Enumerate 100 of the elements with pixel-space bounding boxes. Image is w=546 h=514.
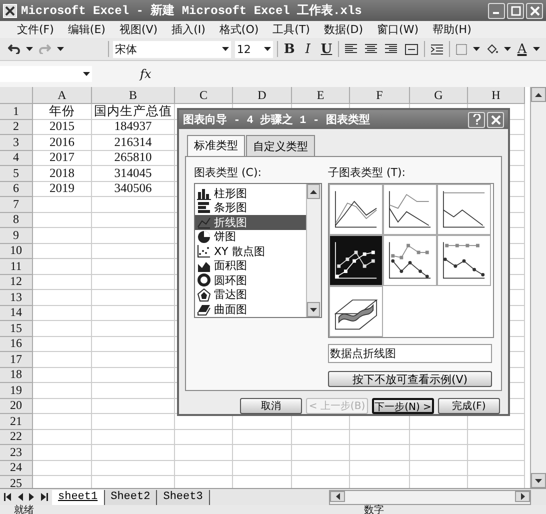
- dialog-button[interactable]: 取消: [240, 398, 302, 414]
- chart-subtype-option[interactable]: [383, 184, 437, 235]
- menu-item[interactable]: 插入(I): [164, 22, 212, 37]
- close-button[interactable]: [526, 2, 543, 18]
- menu-item[interactable]: 视图(V): [112, 22, 165, 37]
- chart-type-item[interactable]: 饼图: [195, 230, 306, 244]
- help-button[interactable]: [468, 112, 485, 128]
- row-header[interactable]: 20: [0, 398, 33, 414]
- row-header[interactable]: 17: [0, 352, 33, 368]
- row-header[interactable]: 18: [0, 368, 33, 383]
- chart-subtype-option[interactable]: [437, 184, 491, 235]
- first-sheet-icon[interactable]: [4, 493, 12, 501]
- row-header[interactable]: 13: [0, 290, 33, 306]
- row-header[interactable]: 4: [0, 150, 33, 166]
- last-sheet-icon[interactable]: [40, 493, 48, 501]
- vertical-scrollbar[interactable]: [530, 87, 546, 488]
- row-header[interactable]: 5: [0, 166, 33, 182]
- next-sheet-icon[interactable]: [28, 493, 36, 501]
- row-header[interactable]: 25: [0, 476, 33, 488]
- sheet-tab[interactable]: Sheet2: [104, 490, 158, 504]
- menu-item[interactable]: 数据(D): [316, 22, 370, 37]
- chart-type-item[interactable]: 折线图: [195, 215, 306, 230]
- italic-button[interactable]: I: [300, 40, 315, 58]
- maximize-button[interactable]: [507, 2, 524, 18]
- minimize-button[interactable]: [488, 2, 505, 18]
- row-header[interactable]: 14: [0, 306, 33, 321]
- close-icon: [530, 6, 540, 16]
- caret-icon[interactable]: [504, 47, 512, 51]
- chart-type-item[interactable]: 曲面图: [195, 302, 306, 316]
- chart-type-item[interactable]: 柱形图: [195, 186, 306, 200]
- dialog-button[interactable]: 下一步(N) >: [372, 398, 434, 414]
- column-header[interactable]: A: [33, 87, 92, 104]
- menu-item[interactable]: 文件(F): [10, 22, 61, 37]
- insert-function-button[interactable]: fx: [140, 67, 152, 81]
- table-cell: 2017: [33, 150, 92, 166]
- chart-type-item[interactable]: 条形图: [195, 200, 306, 215]
- pie-chart-icon: [197, 230, 211, 244]
- column-header[interactable]: E: [292, 87, 350, 104]
- column-header[interactable]: B: [92, 87, 175, 104]
- font-color-button[interactable]: A: [515, 40, 530, 58]
- column-header[interactable]: H: [468, 87, 525, 104]
- row-header[interactable]: 21: [0, 414, 33, 430]
- sheet-tab[interactable]: Sheet3: [157, 490, 210, 504]
- previous-sheet-icon[interactable]: [16, 493, 24, 501]
- menu-item[interactable]: 格式(O): [212, 22, 266, 37]
- chart-type-item[interactable]: 雷达图: [195, 288, 306, 302]
- column-header[interactable]: D: [233, 87, 292, 104]
- row-header[interactable]: 7: [0, 197, 33, 212]
- row-header[interactable]: 22: [0, 430, 33, 445]
- row-header[interactable]: 3: [0, 135, 33, 150]
- chart-type-item[interactable]: 面积图: [195, 258, 306, 273]
- row-header[interactable]: 10: [0, 244, 33, 259]
- menu-item[interactable]: 编辑(E): [60, 22, 112, 37]
- font-size-field[interactable]: 12: [234, 40, 273, 58]
- row-header[interactable]: 16: [0, 336, 33, 352]
- close-button[interactable]: [487, 112, 504, 128]
- spreadsheet-icon: [3, 4, 17, 18]
- row-header[interactable]: 9: [0, 228, 33, 244]
- column-header[interactable]: F: [350, 87, 410, 104]
- list-scrollbar[interactable]: [306, 184, 321, 317]
- column-header[interactable]: C: [175, 87, 233, 104]
- row-header[interactable]: 15: [0, 321, 33, 336]
- caret-icon[interactable]: [222, 47, 229, 51]
- bold-button[interactable]: B: [282, 40, 297, 58]
- caret-icon[interactable]: [533, 47, 540, 51]
- row-header[interactable]: 11: [0, 259, 33, 274]
- caret-icon[interactable]: [473, 47, 480, 51]
- dialog-button[interactable]: 完成(F): [438, 398, 500, 414]
- row-header[interactable]: 8: [0, 212, 33, 228]
- font-name-field[interactable]: 宋体: [112, 40, 231, 58]
- chart-subtype-option[interactable]: [437, 235, 491, 286]
- chart-type-item[interactable]: 圆环图: [195, 273, 306, 288]
- horizontal-scrollbar[interactable]: [329, 490, 531, 504]
- underline-button[interactable]: U: [318, 40, 334, 58]
- row-header[interactable]: 12: [0, 274, 33, 290]
- menu-item[interactable]: 工具(T): [266, 22, 317, 37]
- chart-subtype-option[interactable]: [383, 235, 437, 286]
- caret-icon[interactable]: [26, 47, 33, 51]
- up-arrow-icon: [535, 92, 542, 96]
- caret-icon[interactable]: [264, 47, 271, 51]
- dialog-tab[interactable]: 自定义类型: [246, 135, 315, 156]
- sheet-tab[interactable]: sheet1: [52, 490, 105, 504]
- row-header[interactable]: 24: [0, 460, 33, 476]
- chart-subtype-option[interactable]: [329, 184, 383, 235]
- preview-button[interactable]: 按下不放可查看示例(V): [328, 371, 492, 387]
- chart-subtype-option[interactable]: [329, 235, 383, 286]
- chart-subtype-option[interactable]: [329, 286, 383, 337]
- row-header[interactable]: 1: [0, 104, 33, 120]
- menu-item[interactable]: 窗口(W): [370, 22, 426, 37]
- column-header[interactable]: G: [410, 87, 468, 104]
- row-header[interactable]: 6: [0, 182, 33, 197]
- caret-icon[interactable]: [83, 72, 90, 76]
- table-cell: 2015: [33, 120, 92, 135]
- caret-icon[interactable]: [56, 47, 64, 51]
- menu-item[interactable]: 帮助(H): [426, 22, 478, 37]
- row-header[interactable]: 19: [0, 383, 33, 398]
- dialog-tab[interactable]: 标准类型: [187, 135, 245, 156]
- row-header[interactable]: 23: [0, 445, 33, 460]
- chart-type-item[interactable]: XY 散点图: [195, 244, 306, 258]
- row-header[interactable]: 2: [0, 120, 33, 135]
